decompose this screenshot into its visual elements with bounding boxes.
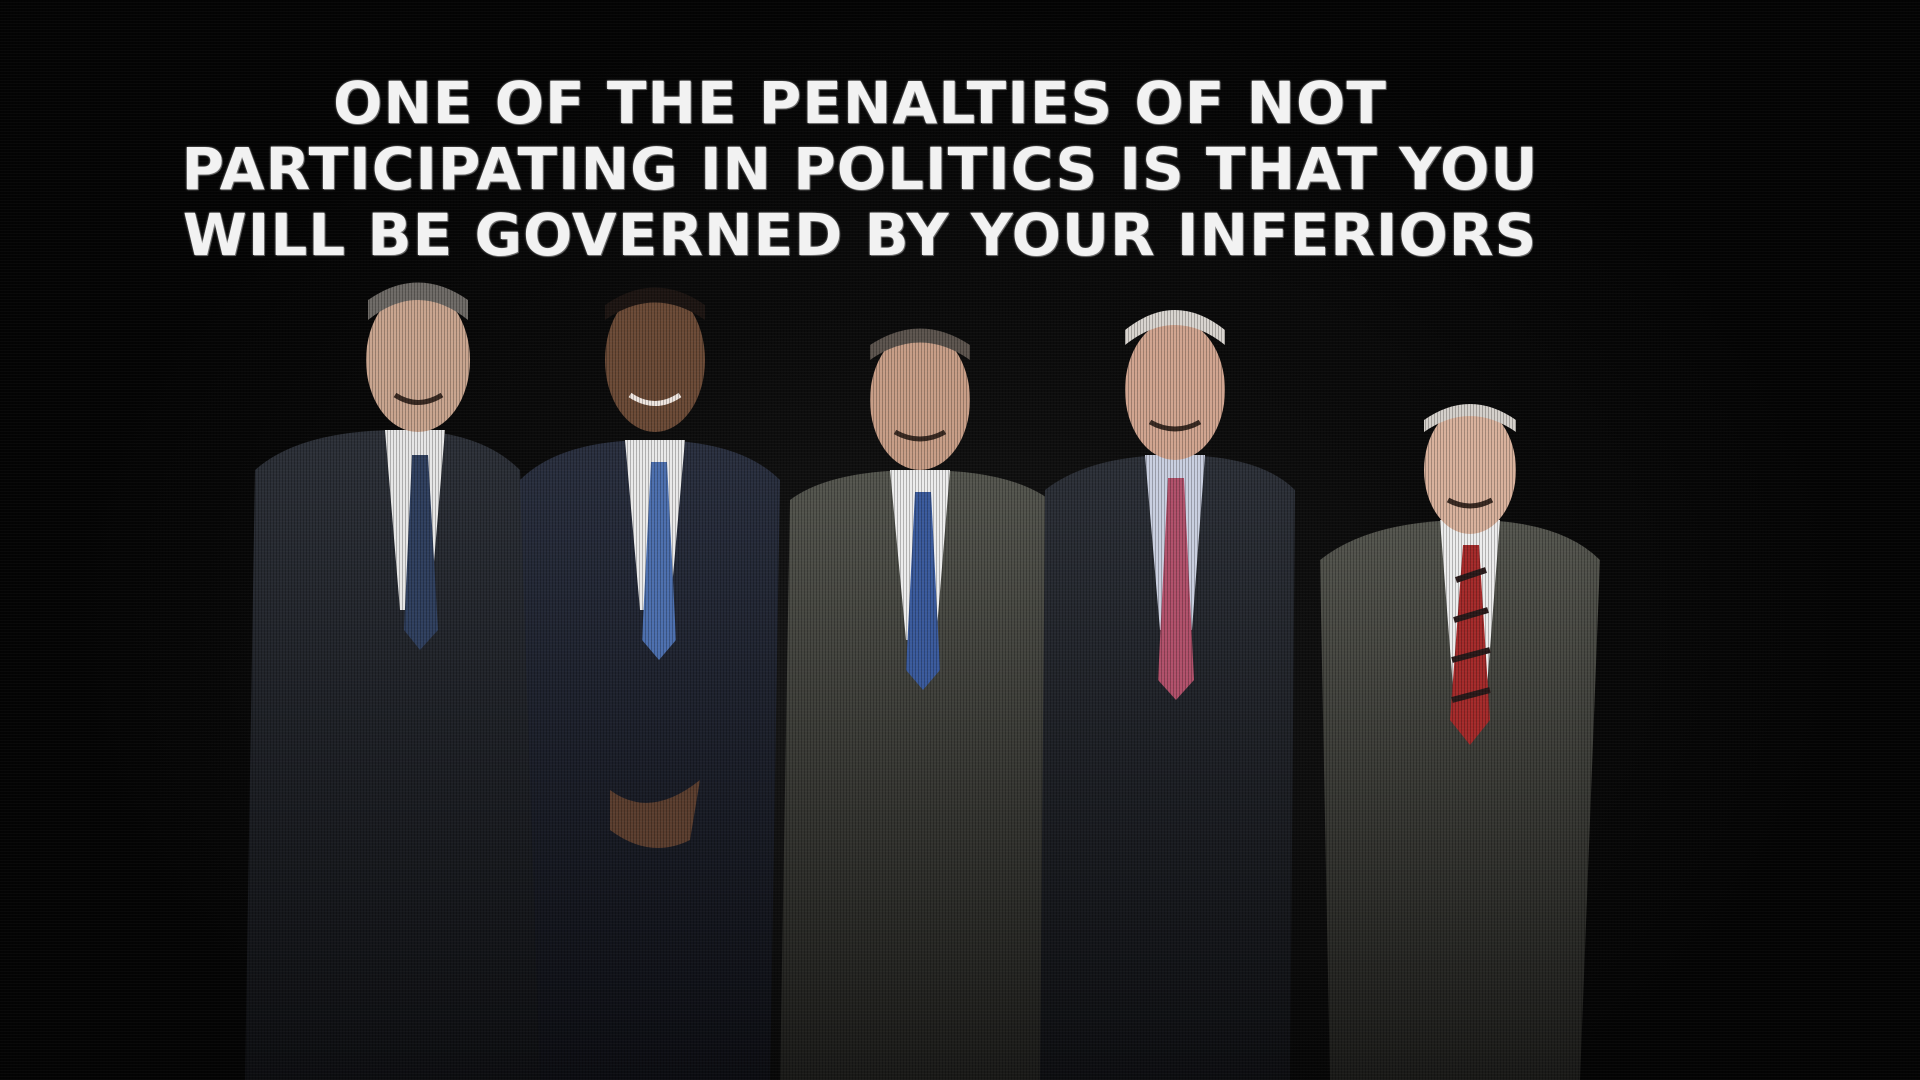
quote-text: ONE OF THE PENALTIES OF NOT PARTICIPATIN… — [181, 69, 1539, 269]
poster-canvas: ONE OF THE PENALTIES OF NOT PARTICIPATIN… — [0, 0, 1920, 1080]
